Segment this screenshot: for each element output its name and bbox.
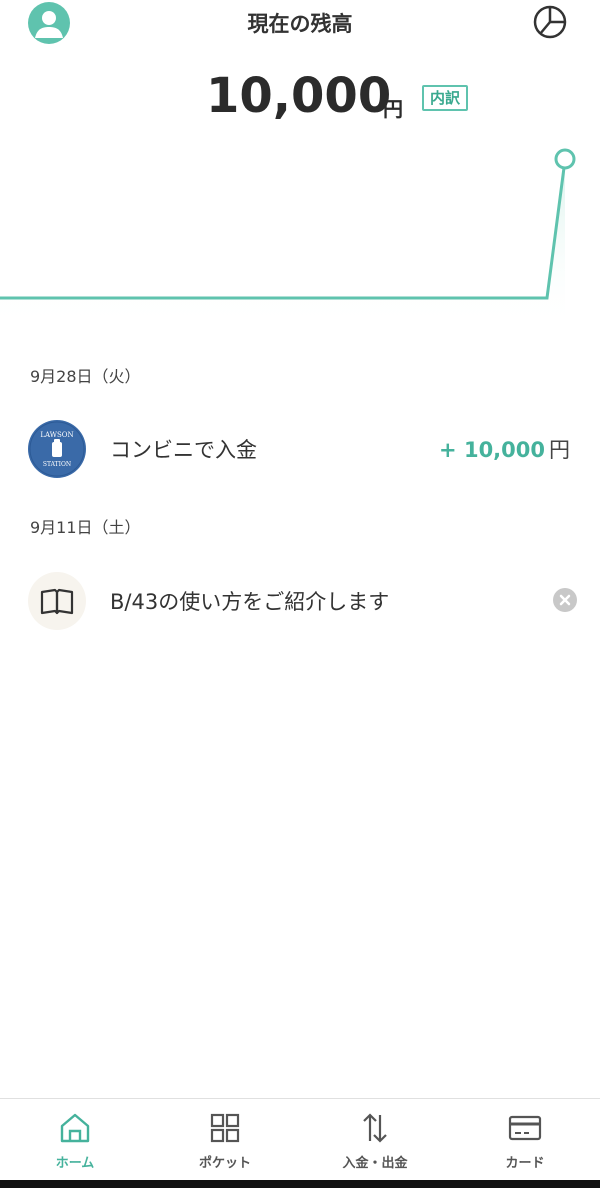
tab-label: ポケット xyxy=(198,1156,251,1171)
balance-amount: 10,000 xyxy=(206,68,392,124)
logo-text-bottom: STATION xyxy=(43,461,71,468)
info-title: B/43の使い方をご紹介します xyxy=(110,590,390,614)
tab-card[interactable]: カード xyxy=(450,1099,600,1181)
date-header: 9月28日（火） xyxy=(30,367,141,386)
logo-text-top: LAWSON xyxy=(40,431,73,439)
tab-label: ホーム xyxy=(55,1156,95,1171)
balance-unit: 円 xyxy=(383,97,403,121)
transaction-amount: + 10,000 円 xyxy=(439,434,570,464)
tab-pocket[interactable]: ポケット xyxy=(150,1099,300,1181)
tab-deposit-withdraw[interactable]: 入金・出金 xyxy=(300,1099,450,1181)
home-icon xyxy=(58,1111,92,1145)
tab-home[interactable]: ホーム xyxy=(0,1099,150,1181)
tab-label: カード xyxy=(505,1156,545,1171)
transaction-title: コンビニで入金 xyxy=(110,438,257,462)
card-icon xyxy=(508,1111,542,1145)
app-header: 現在の残高 xyxy=(0,0,600,50)
lawson-station-icon: LAWSON STATION xyxy=(28,420,86,478)
transfer-arrows-icon xyxy=(358,1111,392,1145)
date-header: 9月11日（土） xyxy=(30,518,141,537)
tab-label: 入金・出金 xyxy=(342,1156,408,1171)
graph-endpoint xyxy=(554,148,576,170)
dismiss-icon[interactable] xyxy=(553,588,577,612)
amount-value: + 10,000 xyxy=(439,438,545,462)
graph-line xyxy=(0,159,567,300)
info-row[interactable]: B/43の使い方をご紹介します xyxy=(0,568,600,632)
pie-chart-icon[interactable] xyxy=(532,4,568,40)
breakdown-button[interactable]: 内訳 xyxy=(422,85,468,111)
page-title: 現在の残高 xyxy=(247,12,353,36)
graph-area xyxy=(0,160,565,330)
balance-graph xyxy=(0,140,600,340)
bottom-edge xyxy=(0,1180,600,1188)
transaction-row[interactable]: LAWSON STATION コンビニで入金 + 10,000 円 xyxy=(0,416,600,480)
amount-unit: 円 xyxy=(549,438,570,462)
grid-icon xyxy=(208,1111,242,1145)
balance-section: 10,000 円 内訳 xyxy=(0,68,600,128)
bottom-tab-bar: ホーム ポケット 入金・出金 カード xyxy=(0,1098,600,1180)
book-icon xyxy=(28,572,86,630)
